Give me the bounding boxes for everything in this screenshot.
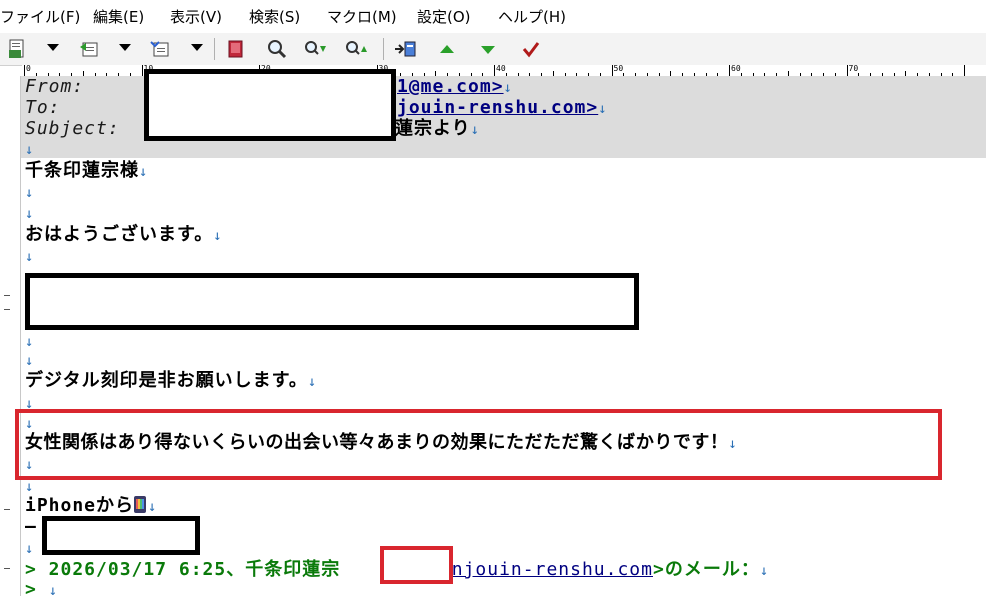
signature-line[interactable]: iPhoneから ↓ [25, 495, 157, 518]
move-down-icon[interactable] [475, 36, 501, 62]
newline-mark: ↓ [25, 334, 35, 350]
newline-mark: ↓ [139, 164, 149, 180]
signature-text: iPhoneから [25, 495, 135, 516]
subject-label: Subject: [25, 118, 120, 139]
to-label: To: [25, 97, 61, 118]
blank-line[interactable]: ↓ [25, 245, 34, 268]
open-file-icon[interactable] [76, 36, 102, 62]
menu-view[interactable]: 表示(V) [170, 8, 222, 26]
fold-marker [4, 309, 10, 310]
quote-marker: > [25, 579, 37, 600]
signature-dash: — [25, 516, 37, 537]
new-file-icon[interactable] [5, 36, 31, 62]
request-line[interactable]: デジタル刻印是非お願いします。↓ [25, 370, 317, 393]
fold-marker [4, 509, 10, 510]
ruler-tick [141, 65, 143, 76]
bookmark-icon[interactable] [223, 36, 249, 62]
check-icon[interactable] [518, 36, 544, 62]
greeting-line[interactable]: 千条印蓮宗様↓ [25, 160, 148, 183]
to-address-end: > [586, 97, 599, 118]
quote-email[interactable]: senjouin-renshu.com [428, 559, 653, 580]
fold-marker [4, 295, 10, 296]
newline-mark: ↓ [25, 206, 35, 222]
toolbar-separator [383, 38, 384, 60]
newline-mark: ↓ [598, 101, 608, 117]
move-up-icon[interactable] [434, 36, 460, 62]
menu-help[interactable]: ヘルプ(H) [498, 8, 566, 26]
open-dropdown-icon[interactable] [119, 44, 131, 51]
blank-line[interactable]: ↓ [25, 202, 34, 225]
from-line[interactable]: From: 1@me.com>↓ [25, 76, 512, 98]
highlight-box [15, 409, 942, 480]
redaction-box [25, 273, 639, 330]
save-dropdown-icon[interactable] [191, 44, 203, 51]
ruler-label: 70 [848, 64, 859, 73]
ruler-tick [494, 65, 495, 76]
menu-bar: ファイル(F) 編集(E) 表示(V) 検索(S) マクロ(M) 設定(O) ヘ… [0, 0, 986, 34]
menu-file[interactable]: ファイル(F) [0, 8, 80, 26]
quote-line[interactable]: > ↓ [25, 579, 58, 602]
menu-search[interactable]: 検索(S) [249, 8, 300, 26]
newline-mark: ↓ [25, 185, 35, 201]
ruler-tick [611, 65, 613, 76]
morning-text: おはようございます。 [25, 224, 214, 245]
blank-line[interactable]: ↓ [25, 537, 34, 560]
to-address[interactable]: jouin-renshu.com [397, 97, 586, 118]
grep-icon[interactable] [393, 36, 419, 62]
newline-mark: ↓ [759, 563, 770, 579]
search-prev-icon[interactable] [344, 36, 370, 62]
newline-mark: ↓ [470, 122, 481, 138]
quote-prefix: > 2026/03/17 6:25、千条印蓮宗 [25, 559, 353, 580]
ruler-tick [964, 65, 965, 76]
new-dropdown-icon[interactable] [47, 44, 59, 51]
save-file-icon[interactable] [147, 36, 173, 62]
ruler-label: 0 [26, 64, 31, 73]
redaction-box [144, 69, 396, 141]
line-gutter [0, 76, 21, 596]
fold-marker [4, 568, 10, 569]
ruler-label: 40 [496, 64, 506, 73]
redaction-box [42, 516, 200, 555]
ruler-label: 60 [731, 64, 741, 73]
newline-mark: ↓ [25, 479, 35, 495]
iphone-emoji-icon [134, 496, 147, 513]
newline-mark: ↓ [503, 80, 513, 96]
blank-line[interactable]: ↓ [25, 138, 34, 161]
subject-line[interactable]: Subject: 蓮宗より↓ [25, 118, 479, 140]
newline-mark: ↓ [25, 353, 35, 369]
ruler-tick [729, 65, 730, 76]
blank-line[interactable]: ↓ [25, 349, 34, 372]
from-address[interactable]: 1@me.com> [397, 76, 504, 97]
request-text: デジタル刻印是非お願いします。 [25, 370, 308, 391]
quote-suffix: >のメール： [652, 559, 760, 580]
ruler-tick [846, 65, 848, 76]
menu-macro[interactable]: マクロ(M) [327, 8, 397, 26]
greeting-text: 千条印蓮宗様 [25, 160, 139, 181]
newline-mark: ↓ [307, 374, 318, 390]
blank-line[interactable]: ↓ [25, 181, 34, 204]
from-label: From: [25, 76, 85, 97]
newline-mark: ↓ [25, 142, 35, 158]
subject-text: 蓮宗より [395, 118, 471, 139]
newline-mark: ↓ [148, 499, 158, 515]
morning-line[interactable]: おはようございます。↓ [25, 224, 223, 247]
signature-dash-line[interactable]: — [25, 516, 37, 538]
redaction-box-red [380, 546, 453, 584]
toolbar [0, 33, 986, 66]
newline-mark: ↓ [25, 249, 35, 265]
newline-mark: ↓ [25, 541, 35, 557]
search-icon[interactable] [264, 36, 290, 62]
menu-edit[interactable]: 編集(E) [93, 8, 144, 26]
newline-mark: ↓ [213, 228, 223, 244]
newline-mark: ↓ [48, 583, 59, 599]
ruler-tick [24, 65, 25, 76]
search-next-icon[interactable] [303, 36, 329, 62]
ruler-label: 50 [613, 64, 624, 73]
toolbar-separator [214, 38, 215, 60]
menu-settings[interactable]: 設定(O) [417, 8, 471, 26]
to-line[interactable]: To: jouin-renshu.com>↓ [25, 97, 607, 119]
